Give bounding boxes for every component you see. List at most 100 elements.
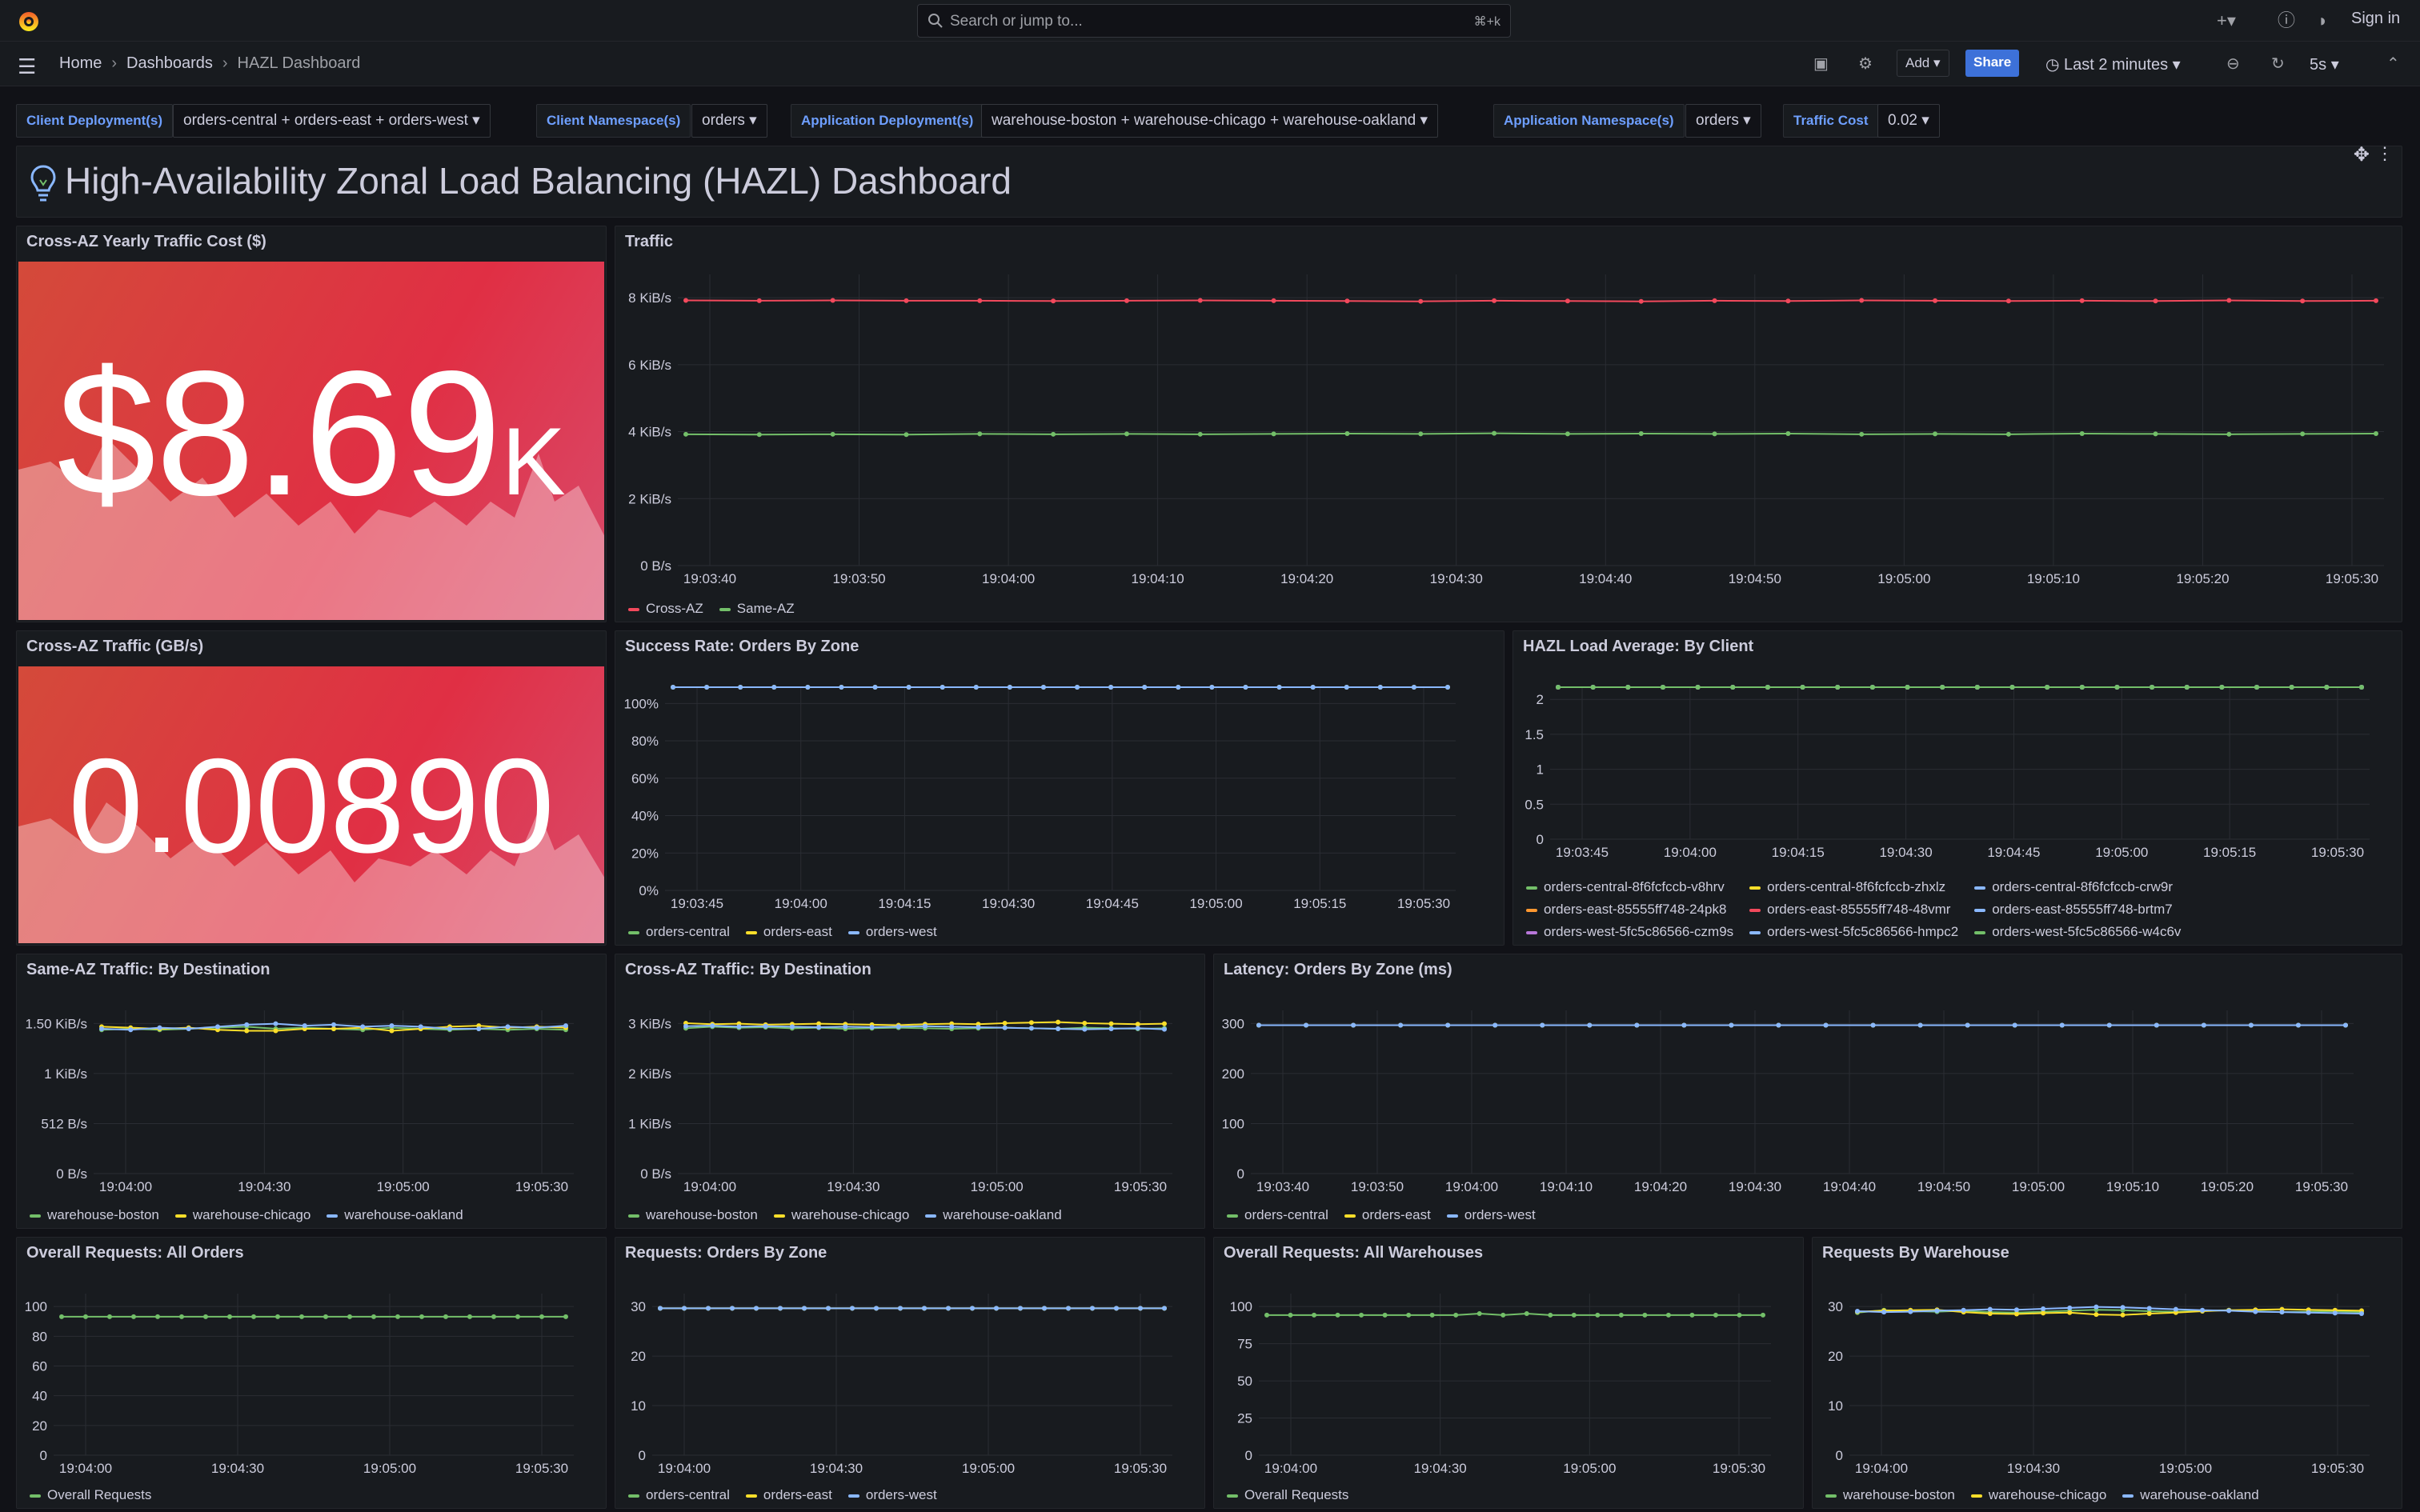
panel-hazl-load[interactable]: HAZL Load Average: By Client 0 0.5 1 1.5 2 19…	[1512, 630, 2402, 946]
x-tick-label: 19:05:30	[1713, 1461, 1765, 1476]
variable-label-client-namespaces: Client Namespace(s)	[536, 104, 691, 138]
data-point	[1713, 1312, 1718, 1318]
data-point	[940, 685, 945, 690]
legend-item[interactable]: Overall Requests	[1227, 1487, 1348, 1503]
legend-item[interactable]: orders-west	[847, 924, 937, 940]
legend-item[interactable]: orders-central	[628, 1487, 730, 1503]
time-range-label: Last 2 minutes	[2064, 56, 2169, 74]
menu-icon[interactable]: ☰	[18, 54, 36, 79]
data-point	[922, 1306, 927, 1311]
panel-cross-az-traffic-gbs[interactable]: Cross-AZ Traffic (GB/s) 0.00890	[16, 630, 607, 946]
more-options-icon[interactable]: ⋮	[2376, 143, 2394, 164]
variable-select-client-deployments[interactable]: orders-central + orders-east + orders-we…	[173, 104, 491, 138]
legend-item[interactable]: warehouse-boston	[30, 1207, 159, 1223]
legend-item[interactable]: warehouse-oakland	[327, 1207, 463, 1223]
data-point	[970, 1306, 975, 1311]
variable-select-application-namespaces[interactable]: orders ▾	[1685, 104, 1761, 138]
variable-select-client-namespaces[interactable]: orders ▾	[691, 104, 767, 138]
x-tick-label: 19:05:30	[2311, 845, 2364, 860]
data-point	[347, 1314, 352, 1319]
legend-item[interactable]: orders-east	[745, 924, 832, 940]
panel-overall-orders[interactable]: Overall Requests: All Orders 0 20 40 60 80 10…	[16, 1237, 607, 1509]
legend-item[interactable]: Same-AZ	[719, 601, 795, 617]
time-range-picker[interactable]: ◷ Last 2 minutes ▾	[2045, 54, 2181, 74]
legend-item[interactable]: orders-west	[847, 1487, 937, 1503]
legend-item[interactable]: warehouse-chicago	[1970, 1487, 2106, 1503]
variable-select-application-deployments[interactable]: warehouse-boston + warehouse-chicago + w…	[981, 104, 1439, 138]
panel-cross-az-destination[interactable]: Cross-AZ Traffic: By Destination 0 B/s 1 …	[615, 954, 1205, 1229]
add-button[interactable]: Add ▾	[1897, 50, 1949, 77]
data-point	[467, 1314, 472, 1319]
data-point	[1344, 431, 1350, 437]
breadcrumb-home[interactable]: Home	[59, 54, 102, 72]
y-tick-label: 10	[631, 1398, 646, 1414]
legend-item[interactable]: warehouse-oakland	[925, 1207, 1062, 1223]
legend-item[interactable]: warehouse-oakland	[2122, 1487, 2259, 1503]
search-bar[interactable]: Search or jump to... ⌘+k	[917, 4, 1511, 38]
zoom-out-icon[interactable]: ⊖	[2226, 53, 2240, 75]
news-feed-icon[interactable]: ◗	[2318, 10, 2328, 32]
legend-item[interactable]: orders-central-8f6fcfccb-zhxlz	[1749, 879, 1958, 895]
x-tick-label: 19:04:30	[982, 896, 1035, 911]
panel-cross-az-yearly-cost[interactable]: Cross-AZ Yearly Traffic Cost ($) $8.69K	[16, 226, 607, 622]
data-point	[1634, 1022, 1640, 1028]
gear-icon[interactable]: ⚙	[1858, 53, 1873, 75]
data-point	[1681, 1022, 1687, 1028]
legend-item[interactable]: orders-central-8f6fcfccb-crw9r	[1974, 879, 2181, 895]
panel-requests-zone[interactable]: Requests: Orders By Zone 0 10 20 30 19:04:00…	[615, 1237, 1205, 1509]
legend-item[interactable]: orders-east-85555ff748-24pk8	[1526, 902, 1733, 918]
data-point	[1271, 431, 1276, 437]
legend-item[interactable]: orders-west-5fc5c86566-w4c6v	[1974, 924, 2181, 940]
legend-item[interactable]: orders-east	[1344, 1207, 1431, 1223]
y-tick-label: 4 KiB/s	[628, 425, 671, 440]
legend-label: warehouse-boston	[1843, 1487, 1955, 1502]
panel-traffic[interactable]: Traffic 0 B/s 2 KiB/s 4 KiB/s 6 KiB/s 8 KiB/…	[615, 226, 2402, 622]
panel-overall-warehouses[interactable]: Overall Requests: All Warehouses 0 25 50 75…	[1213, 1237, 1804, 1509]
legend-item[interactable]: orders-central	[628, 924, 730, 940]
panel-same-az-destination[interactable]: Same-AZ Traffic: By Destination 0 B/s 512…	[16, 954, 607, 1229]
panel-latency[interactable]: Latency: Orders By Zone (ms) 0 100 200 300 1…	[1213, 954, 2402, 1229]
legend-item[interactable]: warehouse-boston	[628, 1207, 758, 1223]
legend-item[interactable]: orders-east-85555ff748-brtm7	[1974, 902, 2181, 918]
legend-item[interactable]: warehouse-boston	[1825, 1487, 1955, 1503]
panel-success-rate[interactable]: Success Rate: Orders By Zone 0% 20% 40% 60%…	[615, 630, 1504, 946]
legend-item[interactable]: warehouse-chicago	[773, 1207, 909, 1223]
sign-in-link[interactable]: Sign in	[2351, 10, 2400, 28]
data-point	[826, 1306, 831, 1311]
grafana-logo-icon[interactable]	[16, 8, 42, 34]
variable-select-traffic-cost[interactable]: 0.02 ▾	[1877, 104, 1940, 138]
y-tick-label: 6 KiB/s	[628, 358, 671, 373]
legend-item[interactable]: orders-west	[1446, 1207, 1536, 1223]
data-point	[736, 1024, 742, 1030]
chevron-down-icon: ▾	[1933, 55, 1941, 70]
legend-item[interactable]: Overall Requests	[30, 1487, 151, 1503]
refresh-interval-picker[interactable]: 5s ▾	[2310, 54, 2339, 74]
panel-requests-warehouse[interactable]: Requests By Warehouse 0 10 20 30 19:04:00 19:…	[1812, 1237, 2402, 1509]
legend-item[interactable]: warehouse-chicago	[174, 1207, 311, 1223]
help-icon[interactable]: ⓘ	[2278, 10, 2295, 32]
share-button[interactable]: Share	[1965, 50, 2020, 77]
legend-label: orders-central-8f6fcfccb-v8hrv	[1544, 879, 1725, 894]
refresh-icon[interactable]: ↻	[2271, 53, 2285, 75]
data-point	[2041, 1310, 2046, 1316]
data-point	[1761, 1312, 1765, 1318]
legend-item[interactable]: orders-west-5fc5c86566-czm9s	[1526, 924, 1733, 940]
data-point	[539, 1314, 544, 1319]
data-point	[1776, 1022, 1781, 1028]
save-icon[interactable]: ▣	[1813, 53, 1829, 75]
plus-icon[interactable]: +▾	[2217, 10, 2236, 32]
legend-item[interactable]: orders-east-85555ff748-48vmr	[1749, 902, 1958, 918]
data-point	[830, 298, 835, 303]
legend-item[interactable]: orders-west-5fc5c86566-hmpc2	[1749, 924, 1958, 940]
legend-swatch	[1749, 930, 1761, 934]
data-point	[923, 1023, 928, 1029]
legend-item[interactable]: orders-east	[745, 1487, 832, 1503]
legend-item[interactable]: orders-central	[1227, 1207, 1328, 1223]
breadcrumb-dashboards[interactable]: Dashboards	[126, 54, 213, 72]
move-icon[interactable]: ✥	[2354, 143, 2370, 166]
legend-item[interactable]: orders-central-8f6fcfccb-v8hrv	[1526, 879, 1733, 895]
chevron-up-icon[interactable]: ⌃	[2386, 53, 2400, 75]
panel-title: Cross-AZ Traffic (GB/s)	[26, 638, 204, 655]
data-point	[973, 685, 979, 690]
legend-item[interactable]: Cross-AZ	[628, 601, 703, 617]
